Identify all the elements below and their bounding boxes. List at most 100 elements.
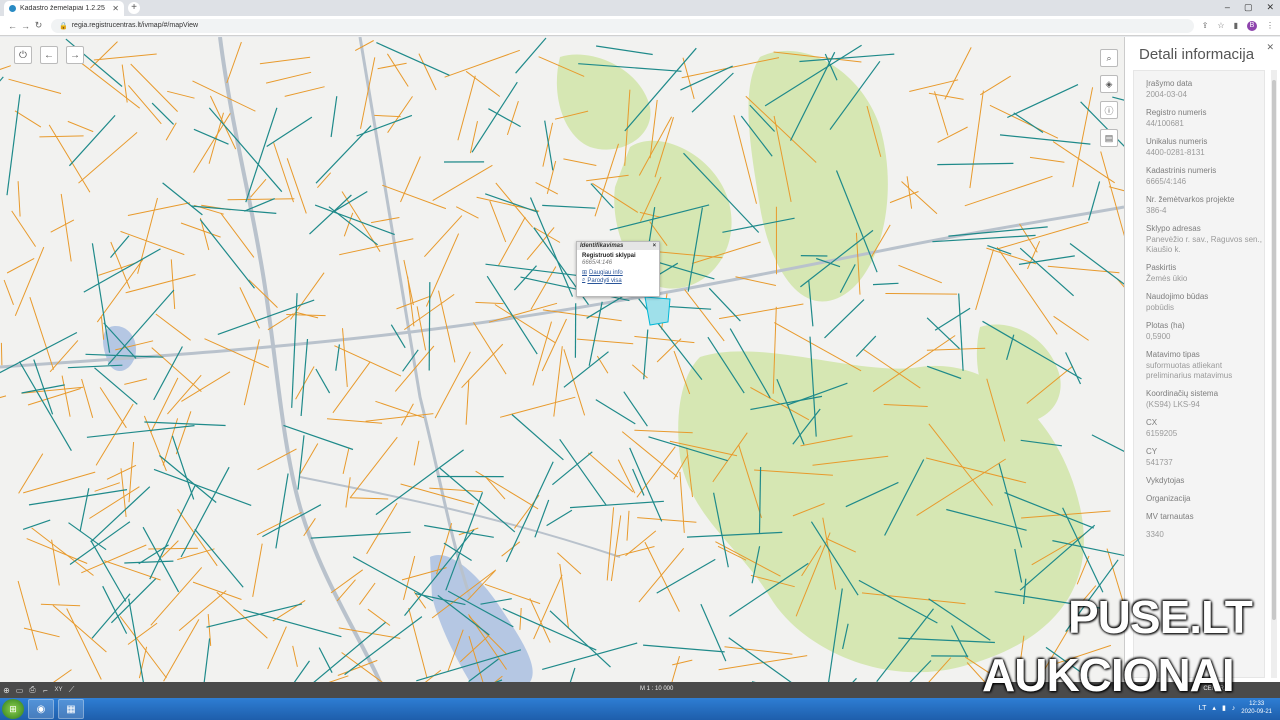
parcel-boundary-teal xyxy=(291,293,298,408)
parcel-boundary-teal xyxy=(149,483,197,580)
search-icon[interactable]: ⌕ xyxy=(1100,49,1118,67)
parcel-boundary-orange xyxy=(17,580,38,651)
address-bar[interactable]: 🔒 regia.registrucentras.lt/ivmap/#/mapVi… xyxy=(51,18,1194,33)
url-text: regia.registrucentras.lt/ivmap/#/mapView xyxy=(71,22,199,29)
layers-icon[interactable]: ◈ xyxy=(1100,75,1118,93)
panel-close-icon[interactable]: ✕ xyxy=(1266,42,1274,53)
browser-menu-icon[interactable]: ⋮ xyxy=(1266,21,1274,30)
clock[interactable]: 12:33 2020-09-21 xyxy=(1241,700,1272,716)
parcel-boundary-orange xyxy=(617,459,636,494)
close-window-icon[interactable]: ✕ xyxy=(1266,2,1274,13)
power-icon[interactable]: ⏻ xyxy=(14,46,32,64)
start-button[interactable]: ⊞ xyxy=(2,699,24,719)
detail-field: Vykdytojas xyxy=(1134,476,1264,486)
parcel-boundary-teal xyxy=(79,488,90,532)
parcel-boundary-orange xyxy=(338,627,401,639)
detail-field: Paskirtis Žemės ūkio xyxy=(1134,263,1264,284)
keyboard-icon[interactable]: ▭ xyxy=(13,686,26,695)
parcel-boundary-orange xyxy=(124,378,148,385)
parcel-boundary-orange xyxy=(473,322,507,375)
parcel-boundary-teal xyxy=(934,307,971,331)
road xyxy=(358,37,472,598)
bookmark-star-icon[interactable]: ☆ xyxy=(1217,21,1224,30)
road xyxy=(0,205,1124,369)
parcel-boundary-teal xyxy=(68,114,116,167)
popup-show-all-link[interactable]: ⌕ Parodyti visa xyxy=(582,277,654,284)
parcel-boundary-orange xyxy=(167,90,195,99)
detail-field-value: pobūdis xyxy=(1146,303,1175,312)
redo-icon[interactable]: → xyxy=(66,46,84,64)
maximize-icon[interactable]: ▢ xyxy=(1244,2,1253,13)
parcel-boundary-teal xyxy=(1069,243,1124,285)
share-icon[interactable]: ⇪ xyxy=(1202,21,1209,30)
profile-avatar[interactable]: B xyxy=(1247,20,1257,31)
detail-field: Organizacija xyxy=(1134,494,1264,504)
print-icon[interactable]: ⎙ xyxy=(26,685,39,695)
xy-coordinates-button[interactable]: XY xyxy=(52,687,65,693)
info-icon[interactable]: ⓘ xyxy=(1100,101,1118,119)
cadastral-map[interactable]: ⏻ ← → ⌕ ◈ ⓘ ▤ Identifikavimas × Registru… xyxy=(0,37,1124,682)
back-icon[interactable]: ← xyxy=(6,21,19,31)
parcel-boundary-orange xyxy=(980,75,1011,96)
detail-field-label: Plotas (ha) xyxy=(1146,321,1185,330)
minimize-icon[interactable]: – xyxy=(1225,2,1230,13)
globe-icon[interactable]: ⊕ xyxy=(0,686,13,695)
parcel-boundary-orange xyxy=(345,477,351,508)
popup-close-icon[interactable]: × xyxy=(652,243,656,249)
chrome-taskbar-icon[interactable]: ◉ xyxy=(28,699,54,719)
parcel-boundary-teal xyxy=(68,522,107,551)
parcel-boundary-orange xyxy=(180,222,221,238)
road xyxy=(299,476,621,558)
tray-arrow-icon[interactable]: ▴ xyxy=(1212,704,1216,712)
ruler-icon[interactable]: ⟋ xyxy=(65,685,78,695)
network-icon[interactable]: ▮ xyxy=(1222,704,1226,712)
parcel-boundary-orange xyxy=(53,669,72,682)
new-tab-button[interactable]: + xyxy=(128,2,140,14)
parcel-boundary-orange xyxy=(387,96,413,133)
detail-field-label: Registro numeris xyxy=(1146,108,1207,117)
search-small-icon: ⌕ xyxy=(582,277,586,283)
parcel-boundary-teal xyxy=(1018,255,1075,265)
parcel-boundary-teal xyxy=(0,331,78,374)
panel-scrollbar[interactable] xyxy=(1271,70,1277,678)
detail-field-value: 386-4 xyxy=(1146,206,1167,215)
parcel-boundary-teal xyxy=(595,399,636,425)
undo-icon[interactable]: ← xyxy=(40,46,58,64)
popup-more-info-link[interactable]: ⊞ Daugiau info xyxy=(582,269,654,277)
parcel-boundary-orange xyxy=(50,219,75,233)
browser-tab[interactable]: Kadastro žemėlapiai 1.2.25 ✕ xyxy=(4,1,124,16)
parcel-boundary-orange xyxy=(6,257,35,274)
scrollbar-thumb[interactable] xyxy=(1272,80,1276,620)
language-indicator[interactable]: LT xyxy=(1199,705,1207,712)
close-tab-icon[interactable]: ✕ xyxy=(112,4,119,13)
detail-field-label: Paskirtis xyxy=(1146,263,1177,272)
reload-icon[interactable]: ↻ xyxy=(32,20,45,31)
parcel-boundary-orange xyxy=(889,191,919,204)
parcel-boundary-orange xyxy=(424,215,463,258)
extensions-icon[interactable]: ▮ xyxy=(1234,21,1238,30)
parcel-boundary-orange xyxy=(162,418,179,466)
parcel-boundary-orange xyxy=(339,238,414,256)
parcel-boundary-orange xyxy=(1053,315,1089,341)
parcel-boundary-orange xyxy=(66,608,102,680)
popup-parcel-number: 6665/4:146 xyxy=(582,260,613,266)
crop-icon[interactable]: ⌐ xyxy=(39,686,52,695)
detail-field-label: Unikalus numeris xyxy=(1146,137,1208,146)
info-small-icon: ⊞ xyxy=(582,270,588,276)
parcel-boundary-teal xyxy=(144,421,226,427)
parcel-boundary-orange xyxy=(587,452,634,493)
parcel-boundary-teal xyxy=(546,509,573,527)
parcel-boundary-orange xyxy=(342,447,350,475)
forward-icon[interactable]: → xyxy=(19,21,32,31)
parcel-boundary-orange xyxy=(119,615,167,679)
map-canvas[interactable] xyxy=(0,37,1124,682)
parcel-boundary-teal xyxy=(262,504,322,538)
volume-icon[interactable]: ♪ xyxy=(1232,705,1236,712)
detail-field-value: 6159205 xyxy=(1146,429,1178,438)
parcel-boundary-orange xyxy=(165,122,177,141)
file-explorer-taskbar-icon[interactable]: ▦ xyxy=(58,699,84,719)
parcel-boundary-teal xyxy=(318,647,333,673)
document-icon[interactable]: ▤ xyxy=(1100,129,1118,147)
parcel-boundary-teal xyxy=(153,468,252,506)
parcel-boundary-orange xyxy=(519,607,522,630)
